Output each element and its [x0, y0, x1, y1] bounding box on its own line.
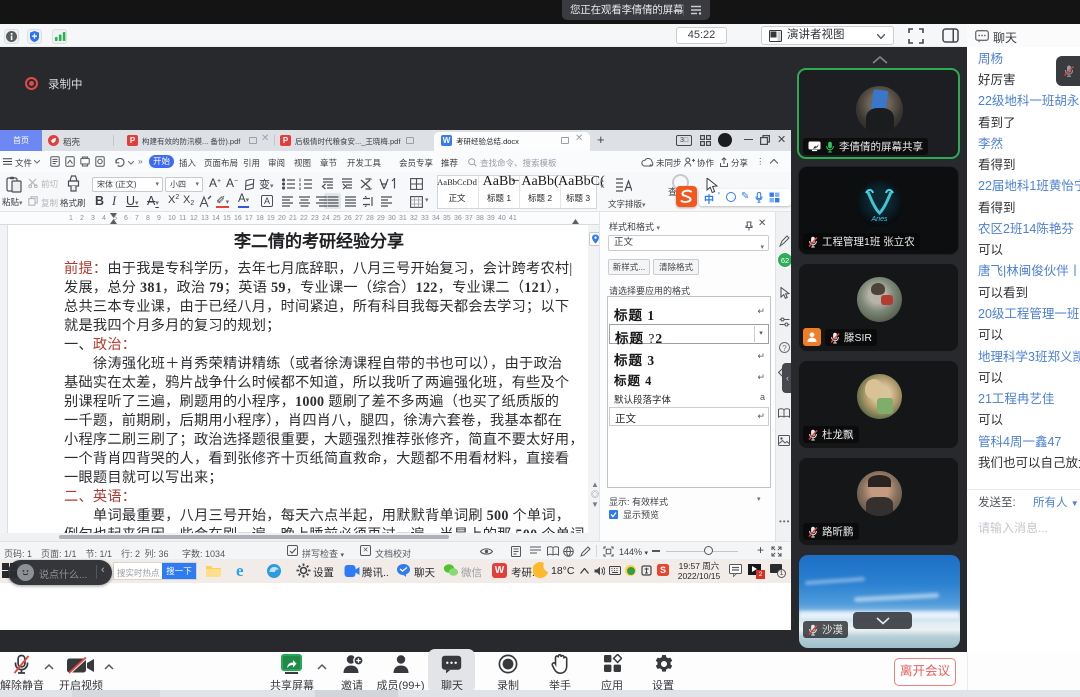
svg-text:Aries: Aries [871, 216, 888, 223]
